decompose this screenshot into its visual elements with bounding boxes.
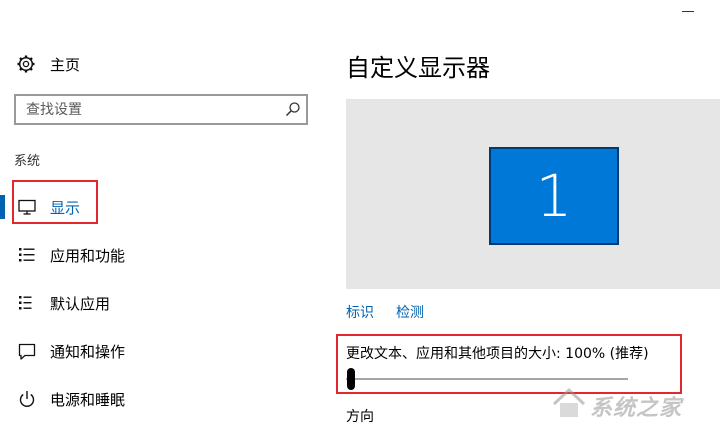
sidebar-item-power-sleep[interactable]: 电源和睡眠 [0, 379, 325, 419]
section-heading-system: 系统 [14, 154, 41, 169]
orientation-label: 方向 [346, 409, 374, 425]
search-box[interactable] [14, 94, 308, 125]
watermark-text: 系统之家 [590, 396, 683, 421]
sidebar-item-label: 默认应用 [50, 295, 111, 313]
list-icon [19, 296, 32, 310]
search-input[interactable] [16, 96, 286, 123]
sidebar-item-default-apps[interactable]: 默认应用 [0, 283, 325, 323]
sidebar: 主页 系统 显示 应用和功能 [0, 0, 325, 428]
sidebar-item-label: 电源和睡眠 [50, 391, 126, 409]
search-icon[interactable] [285, 101, 301, 117]
nav-home-label: 主页 [50, 56, 81, 74]
minimize-button[interactable] [682, 11, 694, 12]
house-logo-icon [552, 387, 586, 417]
active-indicator [0, 195, 5, 219]
identify-link[interactable]: 标识 [346, 302, 374, 322]
highlight-box [12, 180, 98, 224]
list-icon [19, 248, 35, 262]
nav-home[interactable]: 主页 [0, 47, 325, 81]
gear-icon [17, 55, 35, 73]
detect-link[interactable]: 检测 [396, 302, 424, 322]
monitor-tile[interactable]: 1 [489, 147, 619, 245]
sidebar-item-label: 通知和操作 [50, 343, 126, 361]
page-title: 自定义显示器 [346, 54, 490, 82]
sidebar-item-notifications[interactable]: 通知和操作 [0, 331, 325, 371]
slider-thumb[interactable] [347, 368, 355, 390]
monitor-arrangement-area: 1 [346, 99, 720, 289]
power-icon [19, 391, 35, 407]
sidebar-item-label: 应用和功能 [50, 247, 126, 265]
watermark: 系统之家 [546, 378, 718, 426]
message-icon [18, 343, 36, 360]
sidebar-item-apps-features[interactable]: 应用和功能 [0, 235, 325, 275]
scale-label: 更改文本、应用和其他项目的大小: 100% (推荐) [346, 346, 649, 362]
